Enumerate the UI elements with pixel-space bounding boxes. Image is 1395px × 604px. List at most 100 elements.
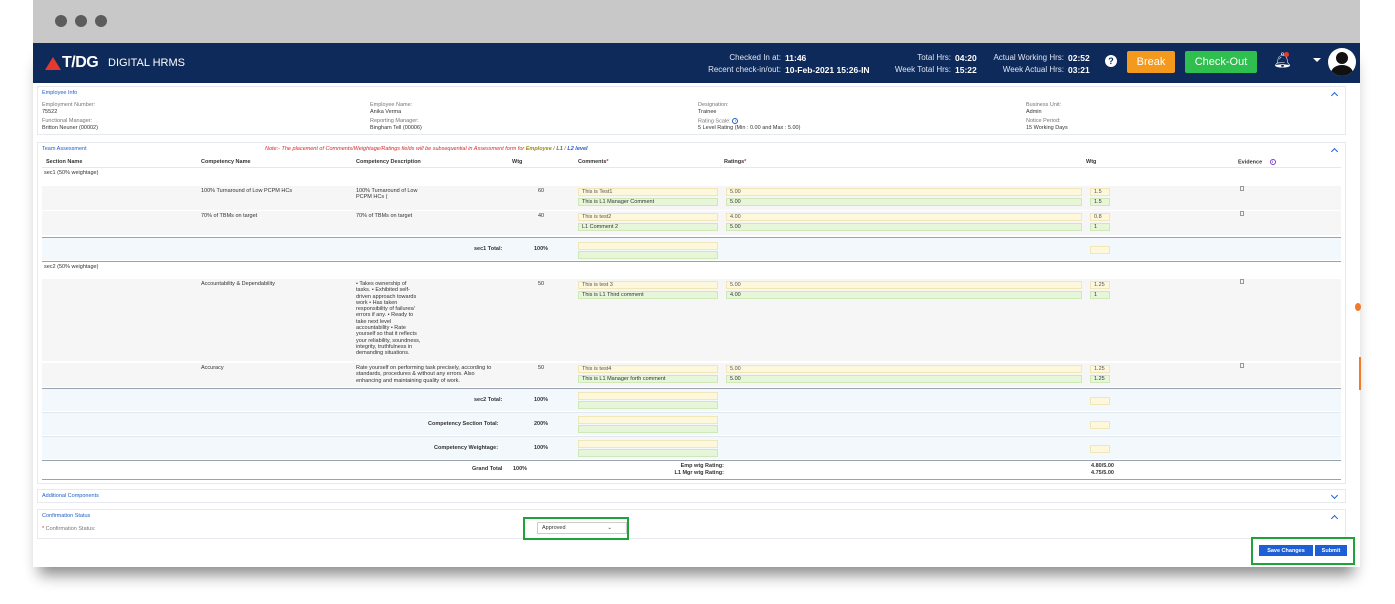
trash-icon[interactable] <box>1240 211 1244 216</box>
l1-rating[interactable]: 5.00 <box>726 223 1082 231</box>
checked-in-label: Checked In at: <box>729 53 781 62</box>
employee-comment[interactable]: This is test4 <box>578 365 718 373</box>
team-assessment-title[interactable]: Team Assessment <box>42 146 87 152</box>
team-assessment-panel: Team Assessment Note:- The placement of … <box>37 142 1346 484</box>
actual-working-value: 02:52 <box>1068 53 1090 63</box>
save-changes-button[interactable]: Save Changes <box>1259 545 1313 556</box>
comp-section-total-label: Competency Section Total: <box>428 421 499 427</box>
chevron-up-icon[interactable] <box>1330 147 1339 156</box>
employee-rating[interactable]: 5.00 <box>726 281 1082 289</box>
competency-name: Accuracy <box>201 365 224 371</box>
browser-chrome <box>33 0 1360 43</box>
l1-rating[interactable]: 4.00 <box>726 291 1082 299</box>
l1-rating[interactable]: 5.00 <box>726 375 1082 383</box>
employee-rating[interactable]: 4.00 <box>726 213 1082 221</box>
checked-in-value: 11:46 <box>785 53 807 63</box>
employee-wtg: 1.25 <box>1090 365 1110 373</box>
col-competency-name: Competency Name <box>201 159 251 165</box>
scrollbar[interactable] <box>1359 357 1361 390</box>
competency-wtg: 60 <box>538 188 545 194</box>
l1-wtg-rating-label: L1 Mgr wtg Rating: <box>674 470 725 476</box>
field-value: Trainee <box>698 109 717 115</box>
help-icon[interactable]: ? <box>1105 55 1117 67</box>
chevron-up-icon[interactable] <box>1330 514 1339 523</box>
employee-comment[interactable]: This is test 3 <box>578 281 718 289</box>
employee-rating[interactable]: 5.00 <box>726 188 1082 196</box>
employee-info-title[interactable]: Employee Info <box>42 90 77 96</box>
col-wtg-calc: Wtg <box>1086 159 1097 165</box>
status-highlight <box>523 517 629 540</box>
divider <box>42 167 1341 168</box>
week-total-label: Week Total Hrs: <box>894 65 951 74</box>
avatar[interactable] <box>1328 48 1356 76</box>
col-evidence: Evidence i <box>1238 159 1276 165</box>
break-button[interactable]: Break <box>1127 51 1175 73</box>
field-label: Designation: <box>698 102 729 108</box>
rating-scale-label: Rating Scale: i <box>698 118 739 124</box>
l1-rating[interactable]: 5.00 <box>726 198 1082 206</box>
trash-icon[interactable] <box>1240 186 1244 191</box>
assessment-note: Note:- The placement of Comments/Weighta… <box>265 146 588 152</box>
trash-icon[interactable] <box>1240 279 1244 284</box>
l1-wtg: 1 <box>1090 223 1110 231</box>
user-head-icon <box>1336 52 1348 64</box>
chevron-down-icon[interactable] <box>1313 58 1321 62</box>
employee-comment[interactable]: This is Test1 <box>578 188 718 196</box>
employee-wtg: 1.5 <box>1090 188 1110 196</box>
total-cell <box>578 440 718 448</box>
submit-button[interactable]: Submit <box>1315 545 1347 556</box>
scroll-indicator-icon[interactable] <box>1355 303 1361 311</box>
window-dot-icon <box>55 15 67 27</box>
chevron-up-icon[interactable] <box>1330 91 1339 100</box>
info-icon[interactable]: i <box>1269 159 1276 165</box>
l1-comment[interactable]: This is L1 Third comment <box>578 291 718 299</box>
field-value: Admin <box>1026 109 1042 115</box>
l1-wtg-rating-value: 4.75/5.00 <box>1091 470 1114 476</box>
divider <box>42 460 1341 461</box>
field-label: Notice Period: <box>1026 118 1061 124</box>
total-cell <box>1090 421 1110 429</box>
employee-rating[interactable]: 5.00 <box>726 365 1082 373</box>
trash-icon[interactable] <box>1240 363 1244 368</box>
user-body-icon <box>1331 65 1353 76</box>
app-name: DIGITAL HRMS <box>108 57 186 69</box>
comp-weightage-value: 100% <box>534 445 549 451</box>
comp-weightage-label: Competency Weightage: <box>434 445 499 451</box>
l1-comment[interactable]: L1 Comment 2 <box>578 223 718 231</box>
additional-components-title[interactable]: Additional Components <box>42 493 99 499</box>
chevron-down-icon[interactable] <box>1330 491 1339 500</box>
employee-wtg: 0.8 <box>1090 213 1110 221</box>
field-value: 75522 <box>42 109 58 115</box>
l1-wtg: 1 <box>1090 291 1110 299</box>
checkout-button[interactable]: Check-Out <box>1185 51 1257 73</box>
field-value: 15 Working Days <box>1026 125 1068 131</box>
l1-comment[interactable]: This is L1 Manager forth comment <box>578 375 718 383</box>
comp-section-total-value: 200% <box>534 421 549 427</box>
top-bar: T/DG DIGITAL HRMS Checked In at: 11:46 R… <box>33 43 1360 83</box>
confirmation-status-label: * Confirmation Status: <box>42 526 96 532</box>
employee-wtg: 1.25 <box>1090 281 1110 289</box>
info-icon[interactable]: i <box>732 118 739 124</box>
emp-wtg-rating-value: 4.80/5.00 <box>1091 463 1114 469</box>
competency-desc: • Takes ownership of tasks. • Exhibited … <box>356 281 421 357</box>
emp-wtg-rating-label: Emp wtg Rating: <box>680 463 724 469</box>
bell-icon[interactable]: 🔔︎ <box>1273 53 1292 68</box>
grand-total-label: Grand Total <box>472 466 503 472</box>
competency-wtg: 50 <box>538 365 545 371</box>
employee-comment[interactable]: This is test2 <box>578 213 718 221</box>
additional-components-panel[interactable]: Additional Components <box>37 489 1346 503</box>
col-wtg: Wtg <box>512 159 523 165</box>
l1-comment[interactable]: This is L1 Manager Comment <box>578 198 718 206</box>
total-cell <box>1090 445 1110 453</box>
logo-triangle-icon <box>45 56 61 70</box>
l1-wtg: 1.25 <box>1090 375 1110 383</box>
confirmation-panel: Confirmation Status * Confirmation Statu… <box>37 509 1346 539</box>
grand-total-value: 100% <box>513 466 528 472</box>
total-cell <box>578 449 718 457</box>
total-cell <box>578 392 718 400</box>
field-value: Anika Verma <box>370 109 402 115</box>
competency-wtg: 50 <box>538 281 545 287</box>
l1-wtg: 1.5 <box>1090 198 1110 206</box>
confirmation-title[interactable]: Confirmation Status <box>42 513 90 519</box>
section-name: sec1 (50% weightage) <box>44 170 99 176</box>
